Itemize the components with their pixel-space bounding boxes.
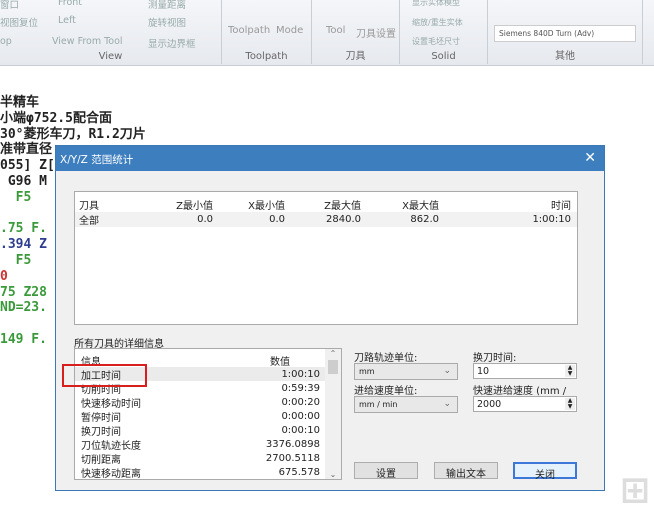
info-name: 快速移动距离 — [81, 468, 141, 480]
group-label: View — [98, 51, 123, 62]
list-item[interactable]: 快速移动时间 0:00:20 — [75, 395, 341, 410]
rapid-input[interactable]: 2000 ▲ ▼ — [473, 396, 577, 412]
ribbon-group-other: Siemens 840D Turn (Adv) 其他 — [488, 0, 643, 64]
col-header[interactable]: 时间 — [443, 197, 577, 212]
info-value: 675.578 — [278, 466, 320, 478]
info-value: 0:00:10 — [281, 424, 320, 436]
dialog-title: X/Y/Z 范围统计 — [56, 146, 604, 171]
path-unit-select[interactable]: mm ⌄ — [354, 363, 458, 380]
ribbon-item-rotate[interactable]: 旋转视图 — [148, 15, 186, 29]
info-name: 暂停时间 — [81, 412, 121, 424]
ribbon-item-left[interactable]: Left — [58, 15, 76, 26]
cell: 862.0 — [410, 214, 439, 225]
range-stats-dialog: X/Y/Z 范围统计 ✕ 刀具 Z最小值 X最小值 Z最大值 X最大值 时间 全… — [55, 145, 605, 491]
watermark-logo: ⊞ — [619, 470, 650, 511]
select-value: mm / min — [359, 400, 398, 409]
list-item[interactable]: 切削距离 2700.5118 — [75, 451, 341, 466]
list-item[interactable]: 换刀时间 0:00:10 — [75, 423, 341, 438]
toolpath-button[interactable]: Toolpath — [228, 25, 270, 36]
code-line: 30°菱形车刀，R1.2刀片 — [0, 126, 146, 142]
info-name: 刀位轨迹长度 — [81, 440, 141, 452]
rapid-label: 快速进给速度 (mm / — [473, 386, 567, 397]
highlight-box — [62, 364, 147, 387]
tool-change-input[interactable]: 10 ▲ ▼ — [473, 363, 577, 379]
list-item[interactable]: 刀位轨迹长度 3376.0898 — [75, 437, 341, 452]
spin-arrows-icon[interactable]: ▲ ▼ — [565, 398, 575, 410]
list-item[interactable]: 快速移动距离 675.578 — [75, 465, 341, 480]
col-header[interactable]: X最小值 — [217, 197, 289, 212]
ribbon-group-toolpath: Toolpath Mode Toolpath — [222, 0, 312, 64]
input-value: 2000 — [477, 399, 502, 410]
ribbon: 窗口 视图复位 op Front Left View From Tool 测量距… — [0, 0, 654, 66]
input-value: 10 — [477, 366, 490, 377]
cell: 全部 — [79, 216, 99, 227]
code-line: 半精车 — [0, 95, 40, 110]
info-value: 0:00:20 — [281, 396, 320, 408]
export-text-button[interactable]: 输出文本 — [434, 462, 498, 480]
close-icon[interactable]: ✕ — [584, 150, 596, 166]
ribbon-item-front[interactable]: Front — [58, 0, 82, 8]
cell: 1:00:10 — [532, 214, 571, 225]
cell: 0.0 — [269, 214, 285, 225]
select-value: mm — [359, 367, 375, 376]
tool-range-table: 刀具 Z最小值 X最小值 Z最大值 X最大值 时间 全部 0.0 0.0 284… — [74, 191, 578, 325]
group-label: Toolpath — [245, 51, 288, 62]
ribbon-item[interactable]: 显示实体模型 — [412, 0, 460, 8]
chevron-down-icon: ⌄ — [443, 366, 451, 376]
col-header[interactable]: 刀具 — [75, 197, 135, 212]
col-header[interactable]: Z最大值 — [289, 197, 365, 212]
info-name: 快速移动时间 — [81, 398, 141, 410]
info-value: 1:00:10 — [281, 368, 320, 380]
ribbon-item[interactable]: 缩放/重生实体 — [412, 17, 463, 28]
controller-select[interactable]: Siemens 840D Turn (Adv) — [494, 25, 636, 42]
spin-arrows-icon[interactable]: ▲ ▼ — [565, 365, 575, 377]
table-row[interactable]: 全部 0.0 0.0 2840.0 862.0 1:00:10 — [75, 212, 577, 227]
info-value: 0:59:39 — [281, 382, 320, 394]
mode-button[interactable]: Mode — [276, 25, 303, 36]
cell: 0.0 — [197, 214, 213, 225]
ribbon-item[interactable]: op — [0, 36, 12, 47]
group-label: 其他 — [555, 51, 575, 62]
info-name: 切削距离 — [81, 454, 121, 466]
path-unit-label: 刀路轨迹单位: — [354, 353, 418, 364]
info-name: 换刀时间 — [81, 426, 121, 438]
scroll-thumb[interactable] — [328, 360, 338, 374]
group-label: Solid — [431, 51, 456, 62]
tool-settings-button[interactable]: 刀具设置 — [356, 25, 396, 40]
tool-change-label: 换刀时间: — [473, 353, 517, 364]
list-item[interactable]: 暂停时间 0:00:00 — [75, 409, 341, 424]
ribbon-group-solid: 显示实体模型 缩放/重生实体 设置毛坯尺寸 Solid — [400, 0, 488, 64]
group-label: 刀具 — [345, 51, 366, 62]
ribbon-item[interactable]: 窗口 — [0, 0, 19, 11]
table-header: 刀具 Z最小值 X最小值 Z最大值 X最大值 时间 — [75, 192, 577, 212]
ribbon-item[interactable]: 视图复位 — [0, 15, 38, 29]
feed-unit-label: 进给速度单位: — [354, 386, 418, 397]
col-header[interactable]: Z最小值 — [135, 197, 217, 212]
info-value: 3376.0898 — [265, 438, 320, 450]
ribbon-item-view-from-tool[interactable]: View From Tool — [52, 36, 123, 47]
col-header[interactable]: X最大值 — [365, 197, 443, 212]
scrollbar[interactable]: ⌃ ⌄ — [325, 349, 341, 479]
cell: 2840.0 — [326, 214, 361, 225]
tool-button[interactable]: Tool — [326, 25, 345, 36]
ribbon-item-measure[interactable]: 测量距离 — [148, 0, 186, 11]
col-header[interactable]: 数值 — [240, 353, 320, 368]
info-value: 0:00:00 — [281, 410, 320, 422]
info-value: 2700.5118 — [265, 452, 320, 464]
ribbon-group-view: 窗口 视图复位 op Front Left View From Tool 测量距… — [0, 0, 222, 64]
ribbon-item[interactable]: 设置毛坯尺寸 — [412, 36, 460, 47]
ribbon-group-tool: Tool 刀具设置 刀具 — [312, 0, 400, 64]
feed-unit-select[interactable]: mm / min ⌄ — [354, 396, 458, 413]
settings-button[interactable]: 设置 — [354, 462, 418, 480]
ribbon-item-bbox[interactable]: 显示边界框 — [148, 36, 196, 50]
code-line: 小端φ752.5配合面 — [0, 110, 112, 126]
close-button[interactable]: 关闭 — [513, 462, 577, 481]
chevron-down-icon: ⌄ — [443, 399, 451, 409]
